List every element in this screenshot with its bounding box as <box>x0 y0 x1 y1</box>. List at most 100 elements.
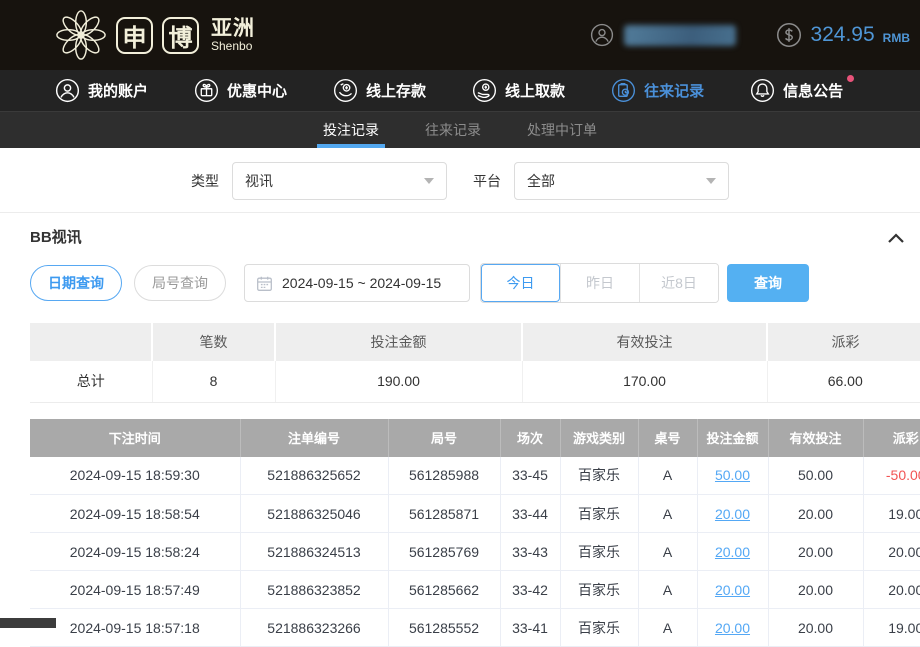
records-section: BB视讯 日期查询 局号查询 2024-09-15 ~ 2024-09-15 今… <box>0 213 920 647</box>
tab-transaction-records[interactable]: 往来记录 <box>423 112 483 148</box>
user-avatar-icon <box>590 23 614 47</box>
cell-valid: 50.00 <box>768 457 863 495</box>
withdraw-icon <box>472 78 497 103</box>
section-title: BB视讯 <box>30 227 82 249</box>
summary-header-count: 笔数 <box>152 323 275 361</box>
cell-order-no: 521886325652 <box>240 457 388 495</box>
cell-table: A <box>638 495 697 533</box>
summary-header-blank <box>30 323 152 361</box>
platform-select[interactable]: 全部 <box>514 162 729 200</box>
cell-round-no: 561285988 <box>388 457 500 495</box>
nav-promotions[interactable]: 优惠中心 <box>194 78 287 103</box>
col-table-no: 桌号 <box>638 419 697 457</box>
cell-bet: 20.00 <box>697 495 768 533</box>
total-bet-amount: 190.00 <box>275 361 522 402</box>
nav-label: 线上取款 <box>505 80 565 101</box>
logo-char-bo: 博 <box>162 17 199 54</box>
calendar-icon <box>256 275 273 292</box>
summary-header-valid-bet: 有效投注 <box>522 323 767 361</box>
tab-pending-orders[interactable]: 处理中订单 <box>525 112 599 148</box>
logo-latin-text: Shenbo <box>211 40 255 53</box>
table-row: 2024-09-15 18:59:30 521886325652 5612859… <box>30 457 920 495</box>
cell-order-no: 521886323852 <box>240 571 388 609</box>
col-round-no: 局号 <box>388 419 500 457</box>
table-row: 2024-09-15 18:58:54 521886325046 5612858… <box>30 495 920 533</box>
brand-logo[interactable]: 申 博 亚洲 Shenbo <box>55 9 255 61</box>
chevron-up-icon[interactable] <box>886 231 906 245</box>
record-tabs: 投注记录 往来记录 处理中订单 <box>0 112 920 148</box>
summary-total-row: 总计 8 190.00 170.00 66.00 <box>30 361 920 402</box>
nav-transaction-records[interactable]: 往来记录 <box>611 78 704 103</box>
date-range-value: 2024-09-15 ~ 2024-09-15 <box>282 275 441 291</box>
cell-time: 2024-09-15 18:58:54 <box>30 495 240 533</box>
chevron-down-icon <box>706 178 716 184</box>
cell-valid: 20.00 <box>768 495 863 533</box>
nav-deposit[interactable]: 线上存款 <box>333 78 426 103</box>
col-game-type: 游戏类别 <box>560 419 638 457</box>
balance-amount: 324.95 <box>810 23 874 47</box>
cell-order-no: 521886324513 <box>240 533 388 571</box>
total-payout: 66.00 <box>767 361 920 402</box>
balance-currency: RMB <box>883 31 910 45</box>
total-valid-bet: 170.00 <box>522 361 767 402</box>
chevron-down-icon <box>424 178 434 184</box>
logo-region-text: 亚洲 <box>211 18 255 40</box>
bell-icon <box>750 78 775 103</box>
nav-label: 信息公告 <box>783 80 843 101</box>
col-payout: 派彩 <box>863 419 920 457</box>
bet-amount-link[interactable]: 20.00 <box>715 582 750 598</box>
cell-valid: 20.00 <box>768 571 863 609</box>
col-order-no: 注单编号 <box>240 419 388 457</box>
nav-withdraw[interactable]: 线上取款 <box>472 78 565 103</box>
cell-round-no: 561285662 <box>388 571 500 609</box>
bet-amount-link[interactable]: 20.00 <box>715 544 750 560</box>
cell-game: 百家乐 <box>560 571 638 609</box>
account-chip[interactable] <box>590 23 736 47</box>
yesterday-button[interactable]: 昨日 <box>560 264 639 302</box>
platform-filter-label: 平台 <box>473 171 501 191</box>
cell-session: 33-45 <box>500 457 560 495</box>
cell-table: A <box>638 533 697 571</box>
today-button[interactable]: 今日 <box>481 264 560 302</box>
flower-logo-icon <box>55 9 107 61</box>
logo-char-shen: 申 <box>116 17 153 54</box>
cell-time: 2024-09-15 18:59:30 <box>30 457 240 495</box>
notification-dot <box>847 75 854 82</box>
dollar-coin-icon <box>776 22 802 48</box>
round-query-button[interactable]: 局号查询 <box>134 265 226 301</box>
cell-table: A <box>638 571 697 609</box>
cell-bet: 20.00 <box>697 571 768 609</box>
last-8-days-button[interactable]: 近8日 <box>639 264 718 302</box>
cell-payout: -50.00 <box>863 457 920 495</box>
table-row: 2024-09-15 18:57:49 521886323852 5612856… <box>30 571 920 609</box>
nav-my-account[interactable]: 我的账户 <box>55 78 148 103</box>
top-header: 申 博 亚洲 Shenbo 324.95 RMB <box>0 0 920 70</box>
filter-bar: 类型 视讯 平台 全部 <box>0 148 920 213</box>
cell-time: 2024-09-15 18:58:24 <box>30 533 240 571</box>
user-icon <box>55 78 80 103</box>
cell-game: 百家乐 <box>560 495 638 533</box>
cell-time: 2024-09-15 18:57:49 <box>30 571 240 609</box>
balance-display[interactable]: 324.95 RMB <box>776 22 910 48</box>
horizontal-scrollbar-thumb[interactable] <box>0 618 56 628</box>
bet-amount-link[interactable]: 50.00 <box>715 467 750 483</box>
bet-amount-link[interactable]: 20.00 <box>715 506 750 522</box>
cell-round-no: 561285769 <box>388 533 500 571</box>
nav-announcements[interactable]: 信息公告 <box>750 78 843 103</box>
cell-session: 33-42 <box>500 571 560 609</box>
cell-payout: 20.00 <box>863 571 920 609</box>
total-count: 8 <box>152 361 275 402</box>
cell-valid: 20.00 <box>768 533 863 571</box>
quick-date-group: 今日 昨日 近8日 <box>480 263 719 303</box>
type-select[interactable]: 视讯 <box>232 162 447 200</box>
cell-bet: 50.00 <box>697 457 768 495</box>
bet-records-table: 下注时间 注单编号 局号 场次 游戏类别 桌号 投注金额 有效投注 派彩 202… <box>30 419 920 647</box>
cell-order-no: 521886325046 <box>240 495 388 533</box>
date-query-button[interactable]: 日期查询 <box>30 265 122 301</box>
search-button[interactable]: 查询 <box>727 264 809 302</box>
tab-bet-records[interactable]: 投注记录 <box>321 112 381 148</box>
nav-label: 优惠中心 <box>227 80 287 101</box>
nav-label: 我的账户 <box>88 80 148 101</box>
cell-payout: 19.00 <box>863 495 920 533</box>
date-range-input[interactable]: 2024-09-15 ~ 2024-09-15 <box>244 264 470 302</box>
